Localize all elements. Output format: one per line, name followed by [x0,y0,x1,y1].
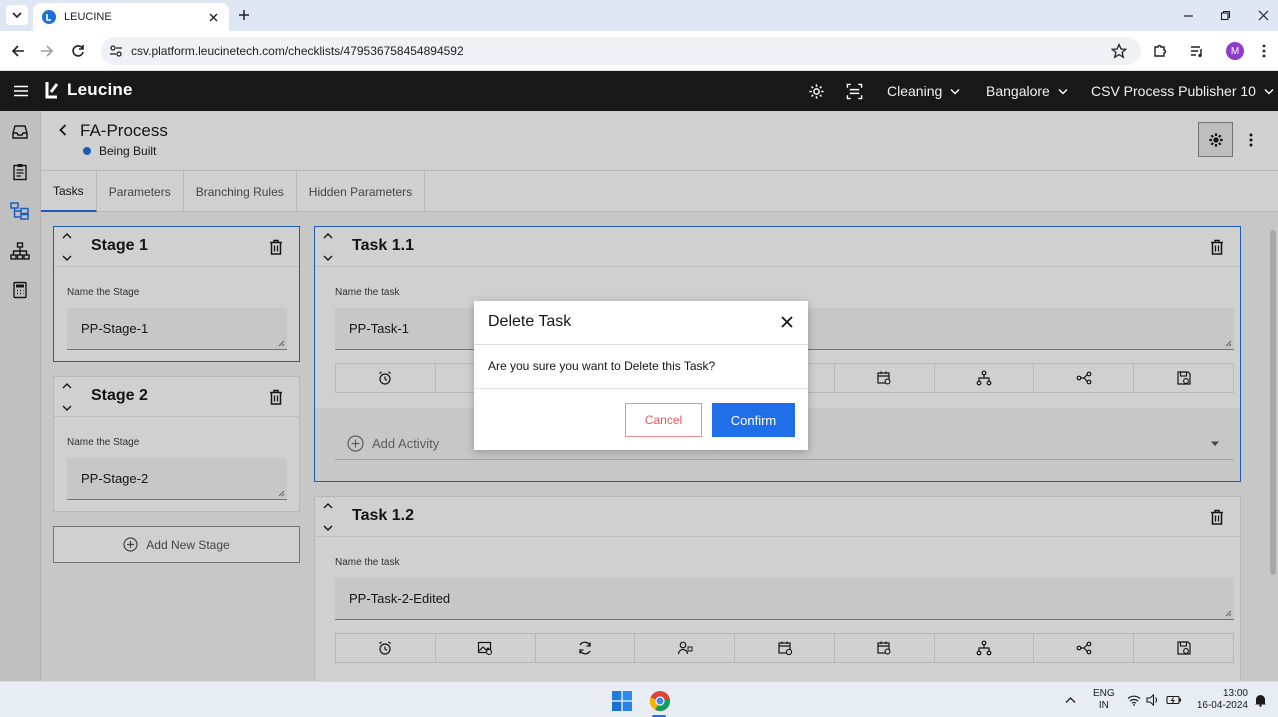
clock-date: 16-04-2024 [1196,700,1248,711]
browser-profile-avatar[interactable]: M [1226,42,1244,60]
dialog-title: Delete Task [488,313,572,330]
input-language[interactable]: ENG IN [1093,688,1115,712]
os-taskbar: ENG IN 13:00 16-04-2024 [0,681,1278,717]
hamburger-menu-icon[interactable] [13,83,29,99]
user-select[interactable]: CSV Process Publisher 10 [1091,83,1274,99]
volume-icon[interactable] [1146,694,1160,706]
close-icon[interactable] [780,315,794,329]
address-url[interactable]: csv.platform.leucinetech.com/checklists/… [131,44,464,58]
browser-tab-title: LEUCINE [64,11,112,23]
reload-button[interactable] [69,42,87,60]
browser-tab[interactable]: LEUCINE [33,3,229,31]
close-icon [209,13,217,21]
restore-icon [1220,10,1230,20]
leucine-logo-icon [45,82,59,99]
site-select-value: Bangalore [986,83,1050,99]
browser-menu-button[interactable] [1255,42,1273,60]
bookmark-star-icon[interactable] [1111,43,1127,59]
minimize-window-button[interactable] [1178,6,1198,24]
wifi-icon[interactable] [1127,694,1141,706]
input-language-code: ENG [1093,688,1115,699]
arrow-left-icon [11,45,24,57]
new-tab-button[interactable] [236,7,252,23]
leucine-favicon-icon [42,10,56,24]
media-queue-icon [1191,46,1202,58]
user-select-value: CSV Process Publisher 10 [1091,83,1256,99]
brand-logo[interactable]: Leucine [42,80,133,100]
kebab-menu-icon [1262,44,1266,58]
address-bar[interactable]: csv.platform.leucinetech.com/checklists/… [101,37,1141,65]
forward-button[interactable] [38,42,56,60]
chrome-icon[interactable] [649,690,671,712]
puzzle-icon [1154,44,1167,57]
system-clock[interactable]: 13:00 16-04-2024 [1192,688,1248,712]
battery-icon[interactable] [1166,694,1182,706]
delete-task-dialog: Delete Task Are you sure you want to Del… [474,301,808,450]
arrow-right-icon [41,45,54,57]
reload-icon [72,45,84,57]
notification-bell-icon[interactable] [1254,693,1267,707]
tab-search-button[interactable] [6,5,28,25]
close-icon [1258,10,1268,20]
site-select[interactable]: Bangalore [986,83,1068,99]
browser-tab-strip: LEUCINE [0,0,1278,31]
windows-start-icon[interactable] [612,691,632,711]
plus-icon [239,10,249,20]
site-info-icon[interactable] [109,44,123,58]
browser-toolbar: csv.platform.leucinetech.com/checklists/… [0,31,1278,71]
content-scrollbar[interactable] [1270,230,1276,575]
chevron-down-icon [1058,88,1068,94]
chevron-down-icon [1264,88,1274,94]
scan-icon[interactable] [846,83,863,100]
facility-select-value: Cleaning [887,83,943,99]
facility-select[interactable]: Cleaning [887,83,960,99]
brand-name: Leucine [67,80,133,99]
back-button[interactable] [9,42,27,60]
confirm-button[interactable]: Confirm [712,403,795,437]
restore-window-button[interactable] [1215,6,1235,24]
minimize-icon [1183,14,1193,17]
close-window-button[interactable] [1253,6,1273,24]
extensions-button[interactable] [1151,42,1169,60]
app-header: Leucine Cleaning Bangalore CSV Process P… [0,71,1278,111]
chevron-down-icon [12,12,22,19]
gear-icon[interactable] [808,83,825,100]
close-tab-button[interactable] [205,9,221,25]
clock-time: 13:00 [1222,688,1248,699]
cancel-button[interactable]: Cancel [625,403,702,437]
chevron-up-icon[interactable] [1065,696,1076,704]
media-controls-button[interactable] [1188,42,1206,60]
dialog-header: Delete Task [474,301,808,345]
chevron-down-icon [950,88,960,94]
dialog-message: Are you sure you want to Delete this Tas… [474,345,808,389]
input-language-region: IN [1098,700,1109,711]
